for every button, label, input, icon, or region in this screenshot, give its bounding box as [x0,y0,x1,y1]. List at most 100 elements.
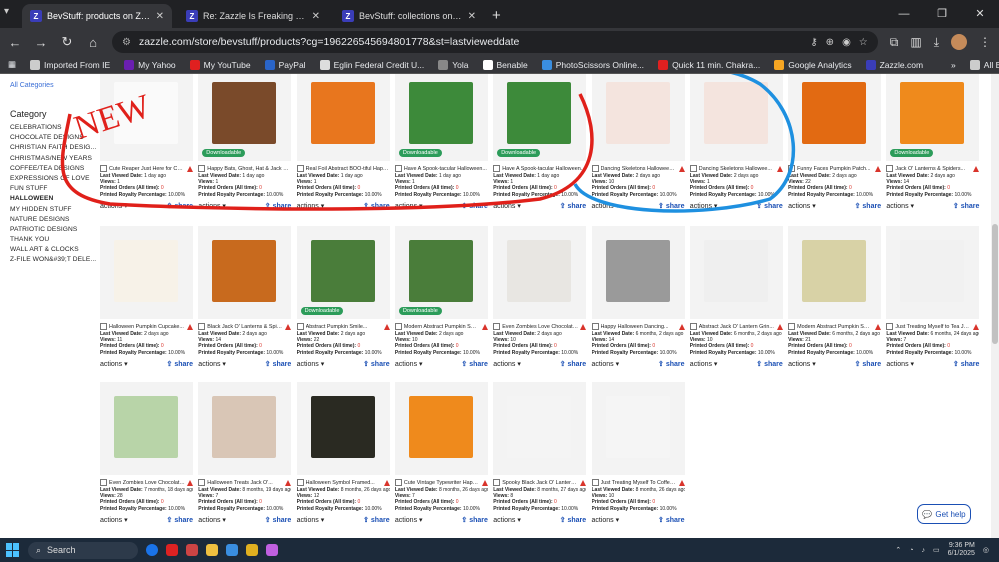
back-icon[interactable]: ← [8,35,22,50]
share-button[interactable]: ⇪ share [363,202,390,210]
select-checkbox[interactable] [689,165,697,172]
product-thumbnail[interactable] [198,226,292,319]
select-checkbox[interactable] [198,479,206,486]
actions-dropdown[interactable]: actions ▾ [395,202,423,210]
product-thumbnail[interactable] [296,382,390,475]
product-thumbnail[interactable] [100,226,193,319]
product-title[interactable]: Just Treating Myself To Coffee... [601,480,677,486]
product-card[interactable]: Downloadable Have A Spook-tacular Hallowe… [493,74,587,210]
product-card[interactable]: Even Zombies Love Chocolate... Last Viewe… [100,382,193,524]
select-checkbox[interactable] [788,165,796,172]
notification-icon[interactable]: ◎ [983,546,989,554]
share-button[interactable]: ⇪ share [953,202,980,210]
bookmark-item[interactable]: Yola [438,59,469,70]
app-icon[interactable] [246,544,258,556]
category-item[interactable]: FUN STUFF [10,185,96,192]
actions-dropdown[interactable]: actions ▾ [493,516,521,524]
product-card[interactable]: Abstract Jack O' Lantern Grin... Last Vie… [689,226,783,368]
bookmark-item[interactable]: PhotoScissors Online... [541,59,644,70]
new-tab-button[interactable]: + [492,7,501,24]
app-icon[interactable] [226,544,238,556]
product-thumbnail[interactable] [591,226,685,319]
share-button[interactable]: ⇪ share [560,516,587,524]
bookmark-item[interactable]: Benable [482,59,528,70]
category-item[interactable]: MY HIDDEN STUFF [10,206,96,213]
share-button[interactable]: ⇪ share [658,360,685,368]
apps-icon[interactable]: ▦ [8,59,16,70]
app-icon[interactable] [166,544,178,556]
close-icon[interactable]: ✕ [312,11,320,22]
product-card[interactable]: Halloween Symbol Framed... Last Viewed Da… [296,382,390,524]
product-thumbnail[interactable]: Downloadable [394,226,488,319]
product-title[interactable]: Cute Vintage Typewriter Happy... [404,480,480,486]
select-checkbox[interactable] [100,479,107,486]
share-button[interactable]: ⇪ share [560,202,587,210]
product-title[interactable]: Happy Bats, Ghost, Hat & Jack O'... [207,166,291,172]
chrome-icon[interactable] [146,544,158,556]
actions-dropdown[interactable]: actions ▾ [297,360,325,368]
share-button[interactable]: ⇪ share [658,202,685,210]
actions-dropdown[interactable]: actions ▾ [886,360,914,368]
star-icon[interactable]: ☆ [859,37,868,48]
bookmark-item[interactable]: My YouTube [189,59,251,70]
close-icon[interactable]: ✕ [156,11,164,22]
category-item[interactable]: COFFEE/TEA DESIGNS [10,165,96,172]
actions-dropdown[interactable]: actions ▾ [592,360,620,368]
product-title[interactable]: Halloween Symbol Framed... [306,480,382,486]
share-button[interactable]: ⇪ share [756,360,783,368]
category-item[interactable]: NATURE DESIGNS [10,216,96,223]
address-bar[interactable]: ⚙ zazzle.com/store/bevstuff/products?cg=… [112,31,878,53]
select-checkbox[interactable] [591,323,599,330]
category-item[interactable]: WALL ART & CLOCKS [10,246,96,253]
actions-dropdown[interactable]: actions ▾ [198,516,226,524]
category-item[interactable]: CHRISTMAS/NEW YEARS [10,155,96,162]
product-title[interactable]: Funny Faces Pumpkin Patch... [797,166,873,172]
product-card[interactable]: Cute Reaper Just Here for Candy... Last V… [100,74,193,210]
product-title[interactable]: Dancing Skeletons Hallowee... [699,166,775,172]
product-thumbnail[interactable] [591,74,685,161]
share-button[interactable]: ⇪ share [265,202,292,210]
product-card[interactable]: Cute Vintage Typewriter Happy... Last Vie… [394,382,488,524]
share-button[interactable]: ⇪ share [461,202,488,210]
product-card[interactable]: Halloween Pumpkin Cupcake... Last Viewed … [100,226,193,368]
actions-dropdown[interactable]: actions ▾ [198,360,226,368]
select-checkbox[interactable] [296,479,304,486]
product-thumbnail[interactable] [100,382,193,475]
actions-dropdown[interactable]: actions ▾ [690,360,718,368]
product-card[interactable]: Funny Faces Pumpkin Patch... Last Viewed … [788,74,882,210]
get-help-button[interactable]: 💬 Get help [917,504,971,524]
bookmark-item[interactable]: Imported From IE [30,59,110,70]
category-item[interactable]: EXPRESSIONS OF LOVE [10,175,96,182]
product-card[interactable]: Just Treating Myself to Tea Jac... Last V… [886,226,980,368]
product-title[interactable]: Halloween Pumpkin Cupcake... [109,324,185,330]
tab-collections[interactable]: Z BevStuff: collections on Zazzle ✕ [334,4,484,28]
select-checkbox[interactable] [394,479,402,486]
product-card[interactable]: Spooky Black Jack O' Lantern... Last View… [493,382,587,524]
password-key-icon[interactable]: ⚷ [810,37,817,48]
share-button[interactable]: ⇪ share [265,360,292,368]
site-info-icon[interactable]: ⚙ [122,37,131,48]
product-card[interactable]: Dancing Skeletons Halloween... Last Viewe… [591,74,685,210]
actions-dropdown[interactable]: actions ▾ [886,202,914,210]
restore-icon[interactable]: ❐ [923,0,961,28]
extensions-icon[interactable]: ⧉ [890,35,899,50]
share-button[interactable]: ⇪ share [167,360,194,368]
avatar[interactable] [951,34,967,50]
select-checkbox[interactable] [591,165,599,172]
product-title[interactable]: Just Treating Myself to Tea Jac... [895,324,971,330]
share-button[interactable]: ⇪ share [363,516,390,524]
actions-dropdown[interactable]: actions ▾ [493,360,521,368]
product-thumbnail[interactable]: Downloadable [886,74,980,161]
share-button[interactable]: ⇪ share [363,360,390,368]
product-title[interactable]: Real Foil Abstract BOO-tiful Happy... [306,166,390,172]
share-button[interactable]: ⇪ share [953,360,980,368]
actions-dropdown[interactable]: actions ▾ [592,202,620,210]
category-item[interactable]: THANK YOU [10,236,96,243]
product-title[interactable]: Halloween Treats Jack O'... [207,480,283,486]
product-title[interactable]: Modern Abstract Pumpkin Smil... [404,324,480,330]
product-card[interactable]: Downloadable Have A Spook-tacular Hallowe… [394,74,488,210]
product-thumbnail[interactable] [493,382,587,475]
product-title[interactable]: Abstract Pumpkin Smile... [306,324,382,330]
actions-dropdown[interactable]: actions ▾ [788,202,816,210]
app-icon[interactable] [186,544,198,556]
